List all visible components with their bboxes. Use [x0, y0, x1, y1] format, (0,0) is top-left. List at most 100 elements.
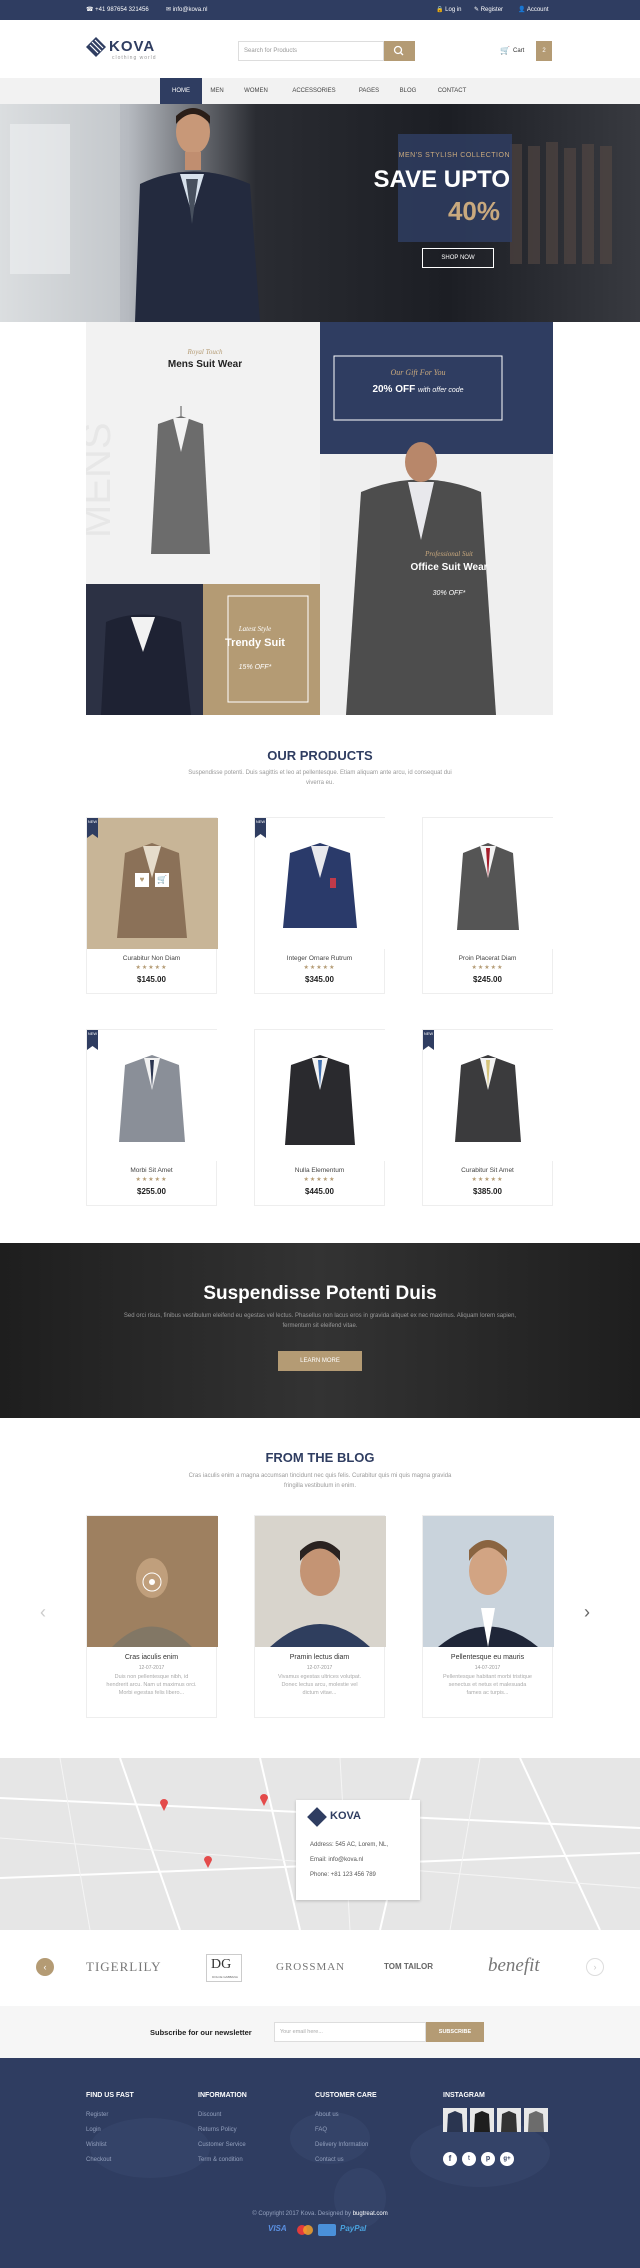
shop-now-button[interactable]: SHOP NOW: [422, 248, 494, 268]
footer-link[interactable]: Delivery Information: [315, 2138, 368, 2153]
footer-link[interactable]: Discount: [198, 2108, 246, 2123]
footer-link[interactable]: Term & condition: [198, 2153, 246, 2168]
mastercard-icon: [297, 2225, 313, 2235]
product-card[interactable]: Proin Placerat Diam ★★★★★ $245.00: [422, 817, 554, 994]
nav-home[interactable]: HOME: [160, 78, 202, 104]
nav-contact[interactable]: CONTACT: [426, 78, 478, 104]
blog-post-title[interactable]: Cras iaculis enim: [87, 1654, 216, 1661]
blog-title: FROM THE BLOG: [265, 1450, 375, 1465]
search-input[interactable]: Search for Products: [238, 41, 384, 61]
blog-card[interactable]: Pellentesque eu mauris 14-07-2017 Pellen…: [422, 1515, 554, 1718]
designer-link[interactable]: bugtreat.com: [353, 2211, 388, 2217]
newsletter-email-input[interactable]: Your email here...: [274, 2022, 426, 2042]
footer-link[interactable]: About us: [315, 2108, 368, 2123]
brands-prev-icon[interactable]: ‹: [36, 1958, 54, 1976]
nav-blog[interactable]: BLOG: [390, 78, 426, 104]
product-price: $245.00: [473, 975, 502, 984]
nav-women[interactable]: WOMEN: [232, 78, 280, 104]
brand-logo[interactable]: GROSSMAN: [276, 1961, 345, 1973]
product-image[interactable]: [423, 818, 554, 949]
cart-count-badge: 2: [536, 41, 552, 61]
footer-col-links: Discount Returns Policy Customer Service…: [198, 2108, 246, 2168]
instagram-gallery[interactable]: [443, 2108, 553, 2134]
footer-col-title: FIND US FAST: [86, 2092, 134, 2099]
blog-next-arrow-icon[interactable]: ›: [584, 1602, 590, 1623]
blog-image[interactable]: [255, 1516, 386, 1647]
latest-title[interactable]: Trendy Suit: [205, 637, 305, 649]
product-card[interactable]: NEW ♥ 🛒 Curabitur Non Diam ★★★★★ $145.00: [86, 817, 218, 994]
blog-prev-arrow-icon[interactable]: ‹: [40, 1602, 46, 1623]
banner-title: Suspendisse Potenti Duis: [203, 1283, 437, 1304]
nav-pages[interactable]: PAGES: [348, 78, 390, 104]
amex-icon: [318, 2224, 336, 2236]
product-name[interactable]: Curabitur Non Diam: [87, 955, 216, 962]
blog-post-title[interactable]: Pramin lectus diam: [255, 1654, 384, 1661]
footer-col-title: INSTAGRAM: [443, 2092, 485, 2099]
brand-logo[interactable]: TOM TAILOR: [384, 1962, 433, 1971]
footer-link[interactable]: Wishlist: [86, 2138, 111, 2153]
product-image[interactable]: [255, 1030, 386, 1161]
map-phone: Phone: +81 123 456 789: [310, 1872, 376, 1878]
facebook-icon[interactable]: f: [443, 2152, 457, 2166]
product-image[interactable]: [87, 1030, 218, 1161]
twitter-icon[interactable]: t: [462, 2152, 476, 2166]
product-price: $255.00: [137, 1187, 166, 1196]
logo-mark-icon[interactable]: [86, 37, 106, 57]
blog-card[interactable]: Cras iaculis enim 12-07-2017 Duis non pe…: [86, 1515, 218, 1718]
google-plus-icon[interactable]: g+: [500, 2152, 514, 2166]
search-button[interactable]: [384, 41, 415, 61]
blog-image[interactable]: [87, 1516, 218, 1647]
brands-next-icon[interactable]: ›: [586, 1958, 604, 1976]
footer-link[interactable]: Customer Service: [198, 2138, 246, 2153]
product-card[interactable]: NEW Morbi Sit Amet ★★★★★ $255.00: [86, 1029, 218, 1206]
footer-link[interactable]: Contact us: [315, 2153, 368, 2168]
newsletter-label: Subscribe for our newsletter: [150, 2028, 252, 2037]
footer-link[interactable]: Checkout: [86, 2153, 111, 2168]
royal-title[interactable]: Mens Suit Wear: [140, 359, 270, 370]
footer-link[interactable]: FAQ: [315, 2123, 368, 2138]
product-card[interactable]: NEW Curabitur Sit Amet ★★★★★ $385.00: [422, 1029, 554, 1206]
product-name[interactable]: Integer Ornare Rutrum: [255, 955, 384, 962]
nav-accessories[interactable]: ACCESSORIES: [280, 78, 348, 104]
latest-offer: 15% OFF*: [238, 664, 272, 671]
email-text[interactable]: ✉ info@kova.nl: [166, 6, 207, 13]
brand-logo[interactable]: TIGERLILY: [86, 1959, 162, 1975]
cart-icon: 🛒: [500, 46, 510, 55]
product-name[interactable]: Morbi Sit Amet: [87, 1167, 216, 1174]
brand-logo[interactable]: DG DOLCE GABBANA: [206, 1954, 242, 1982]
hero-percent: 40%: [447, 196, 500, 226]
footer-link[interactable]: Register: [86, 2108, 111, 2123]
product-rating: ★★★★★: [471, 1177, 504, 1183]
product-name[interactable]: Nulla Elementum: [255, 1167, 384, 1174]
wishlist-icon[interactable]: ♥: [135, 873, 149, 887]
product-name[interactable]: Curabitur Sit Amet: [423, 1167, 552, 1174]
cart-button[interactable]: 🛒 Cart 2: [494, 41, 552, 61]
login-link[interactable]: 🔒 Log in: [436, 6, 462, 13]
gift-offer[interactable]: 20% OFF with offer code: [334, 384, 502, 395]
product-card[interactable]: Nulla Elementum ★★★★★ $445.00: [254, 1029, 386, 1206]
blog-excerpt: Vivamus egestas ultrices volutpat. Donec…: [277, 1674, 362, 1696]
products-subtitle: Suspendisse potenti. Duis sagittis et le…: [188, 770, 452, 786]
blog-card[interactable]: Pramin lectus diam 12-07-2017 Vivamus eg…: [254, 1515, 386, 1718]
brand-logo[interactable]: benefit: [488, 1955, 540, 1977]
product-image[interactable]: [87, 818, 218, 949]
footer-link[interactable]: Returns Policy: [198, 2123, 246, 2138]
footer-link[interactable]: Login: [86, 2123, 111, 2138]
subscribe-button[interactable]: SUBSCRIBE: [426, 2022, 484, 2042]
pinterest-icon[interactable]: p: [481, 2152, 495, 2166]
account-link[interactable]: 👤 Account: [518, 6, 549, 13]
product-name[interactable]: Proin Placerat Diam: [423, 955, 552, 962]
learn-more-button[interactable]: LEARN MORE: [278, 1351, 362, 1371]
logo-text[interactable]: KOVA: [109, 38, 155, 55]
register-link[interactable]: ✎ Register: [474, 6, 503, 13]
cart-add-icon[interactable]: 🛒: [155, 873, 169, 887]
product-image[interactable]: [255, 818, 386, 949]
hero-eyebrow: MEN'S STYLISH COLLECTION: [398, 152, 510, 159]
footer-col-links: Register Login Wishlist Checkout: [86, 2108, 111, 2168]
blog-post-title[interactable]: Pellentesque eu mauris: [423, 1654, 552, 1661]
nav-men[interactable]: MEN: [202, 78, 232, 104]
blog-image[interactable]: [423, 1516, 554, 1647]
product-card[interactable]: NEW Integer Ornare Rutrum ★★★★★ $345.00: [254, 817, 386, 994]
pro-title[interactable]: Office Suit Wear: [384, 562, 514, 573]
product-image[interactable]: [423, 1030, 554, 1161]
